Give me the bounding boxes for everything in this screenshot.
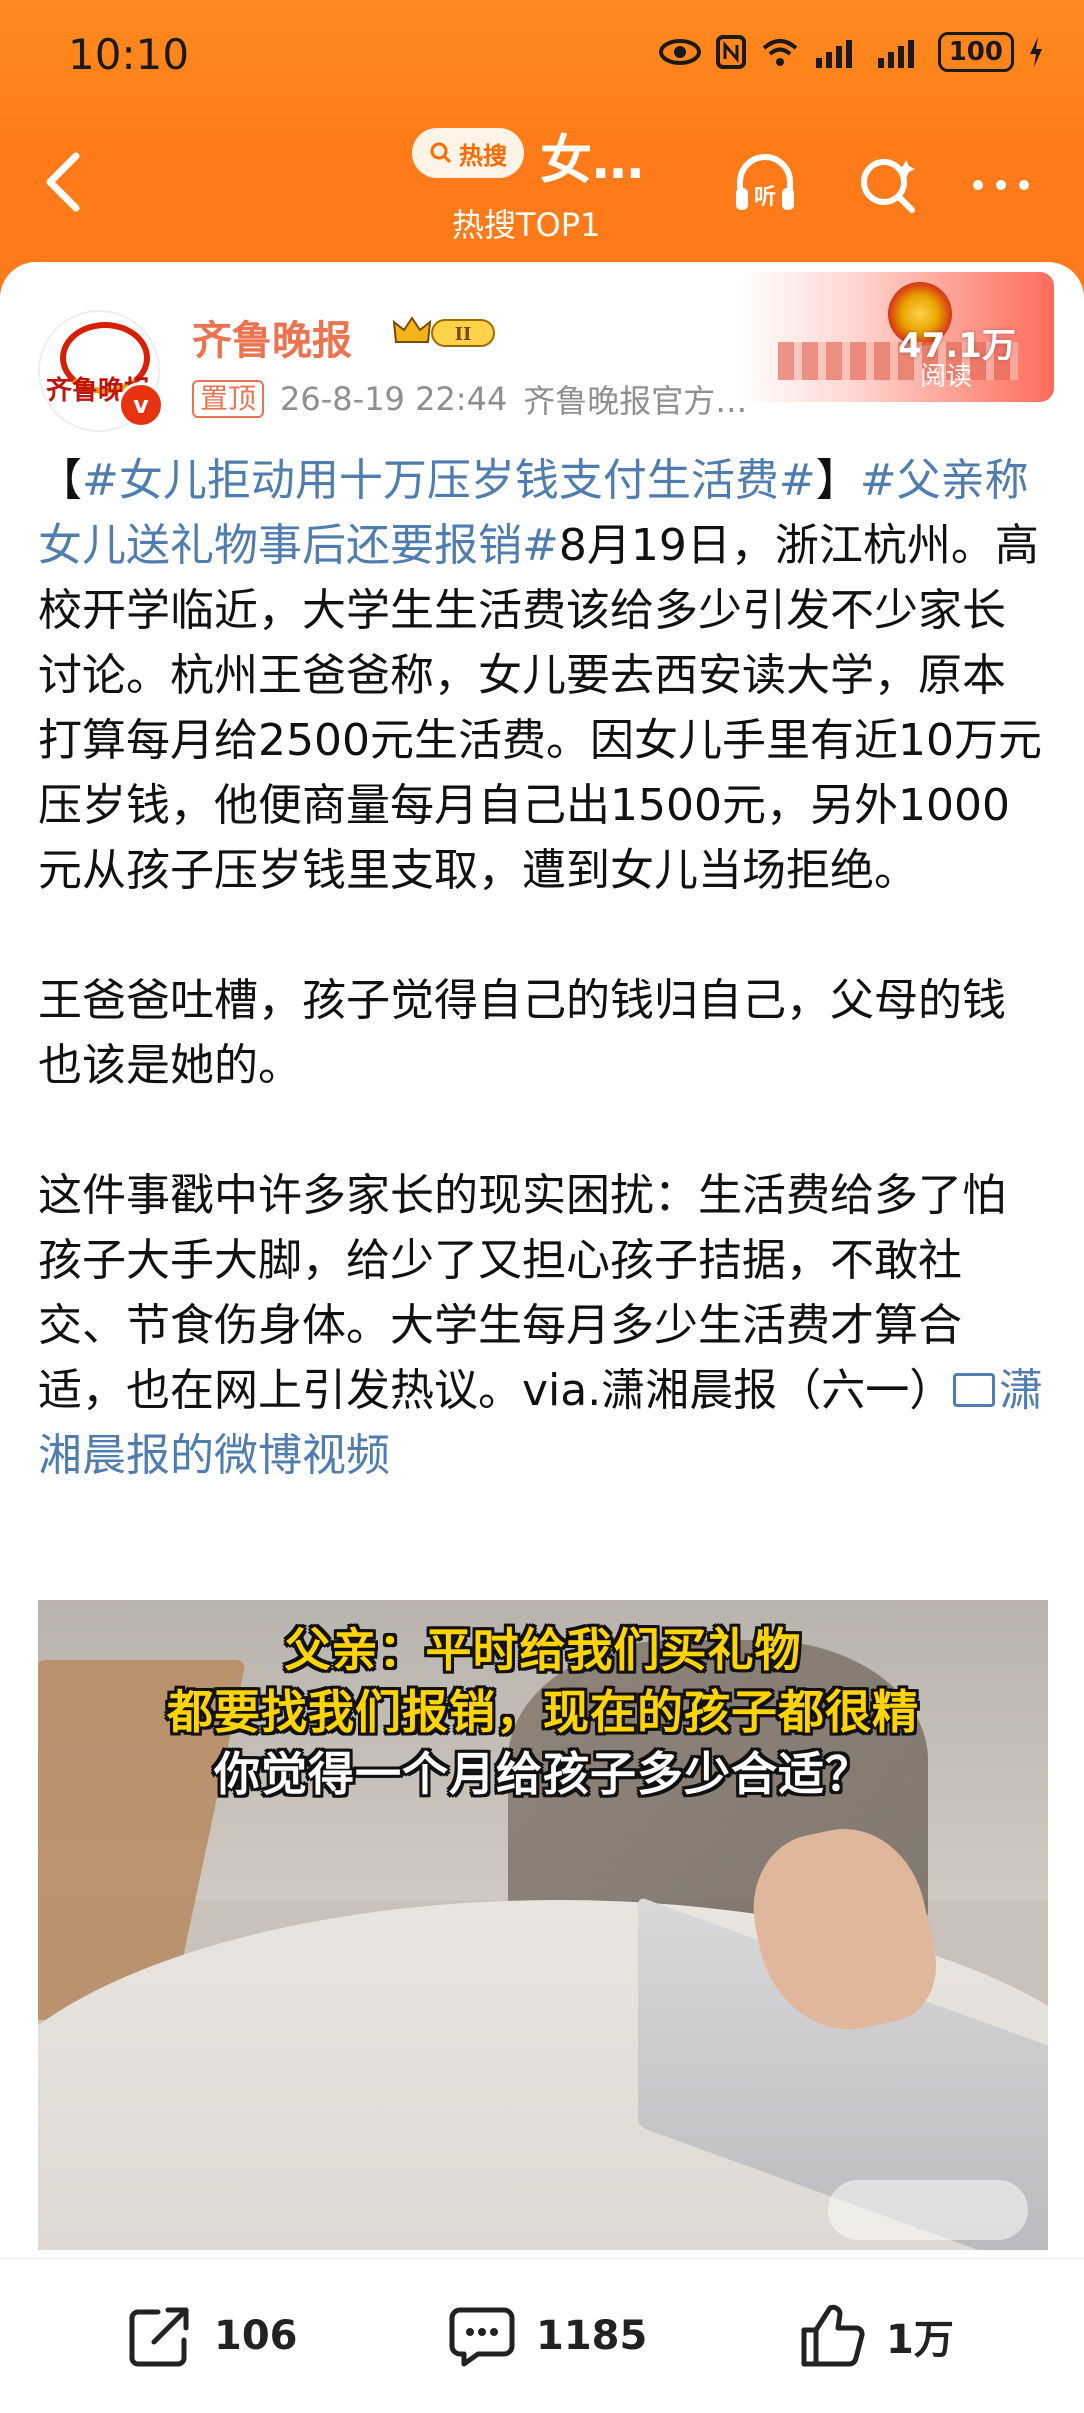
bracket-close: 】 bbox=[815, 455, 860, 506]
post-paragraph-1: 【#女儿拒动用十万压岁钱支付生活费#】#父亲称女儿送礼物事后还要报销#8月19日… bbox=[38, 448, 1048, 903]
hot-topic-rank: 热搜TOP1 bbox=[452, 206, 601, 244]
status-time: 10:10 bbox=[68, 30, 190, 79]
back-icon[interactable] bbox=[38, 150, 88, 214]
post-paragraph-2: 王爸爸吐槽，孩子觉得自己的钱归自己，父母的钱也该是她的。 bbox=[38, 975, 1006, 1091]
post-datetime: 26-8-19 22:44 bbox=[280, 380, 508, 418]
post-text: 8月19日，浙江杭州。高校开学临近，大学生生活费该给多少引发不少家长讨论。杭州王… bbox=[38, 520, 1042, 896]
more-icon[interactable] bbox=[966, 150, 1036, 220]
hot-search-badge-label: 热搜 bbox=[459, 141, 507, 170]
svg-text:听: 听 bbox=[754, 185, 776, 210]
svg-text:II: II bbox=[455, 324, 472, 345]
comment-icon bbox=[449, 2307, 515, 2367]
nfc-icon bbox=[715, 35, 746, 69]
hot-search-badge: 热搜 bbox=[412, 128, 524, 178]
comment-count: 1185 bbox=[536, 2313, 648, 2359]
vip-crown-icon[interactable]: II bbox=[390, 312, 500, 352]
video-icon bbox=[953, 1373, 996, 1407]
post-content: 【#女儿拒动用十万压岁钱支付生活费#】#父亲称女儿送礼物事后还要报销#8月19日… bbox=[38, 448, 1048, 1488]
search-small-icon bbox=[430, 142, 452, 164]
video-caption-line-3: 你觉得一个月给孩子多少合适？ bbox=[214, 1747, 872, 1801]
search-icon[interactable] bbox=[854, 150, 924, 220]
battery-indicator: 100 bbox=[937, 32, 1014, 72]
verified-icon: v bbox=[118, 382, 164, 428]
post-paragraph-3: 这件事戳中许多家长的现实困扰：生活费给多了怕孩子大手大脚，给少了又担心孩子拮据，… bbox=[38, 1163, 1048, 1488]
signal-icon bbox=[815, 40, 852, 68]
share-button[interactable]: 106 bbox=[124, 2300, 298, 2372]
wifi-icon bbox=[762, 39, 798, 66]
signal-icon-2 bbox=[877, 40, 914, 68]
post-meta: 置顶 26-8-19 22:44 齐鲁晚报官方… bbox=[192, 376, 747, 422]
author-name[interactable]: 齐鲁晚报 bbox=[192, 308, 352, 366]
hashtag-link[interactable]: #女儿拒动用十万压岁钱支付生活费# bbox=[82, 455, 816, 506]
comment-button[interactable]: 1185 bbox=[446, 2300, 647, 2372]
video-caption-line-2: 都要找我们报销，现在的孩子都很精 bbox=[167, 1685, 919, 1739]
thumbs-up-icon bbox=[801, 2304, 865, 2367]
hot-topic-title[interactable]: 女… bbox=[540, 118, 644, 193]
video-watermark bbox=[828, 2180, 1028, 2240]
charging-icon bbox=[1030, 37, 1042, 67]
like-count: 1万 bbox=[886, 2317, 954, 2363]
bracket-open: 【 bbox=[38, 455, 82, 506]
status-icons: 100 bbox=[658, 32, 1044, 72]
eye-icon bbox=[658, 39, 701, 65]
like-button[interactable]: 1万 bbox=[796, 2300, 954, 2372]
status-bar: 10:10 100 bbox=[0, 0, 1084, 110]
video-caption-line-1: 父亲：平时给我们买礼物 bbox=[284, 1623, 802, 1677]
read-count-label: 阅读 bbox=[920, 362, 973, 392]
share-count: 106 bbox=[214, 2313, 298, 2359]
listen-icon[interactable]: 听 bbox=[730, 150, 800, 220]
pinned-badge: 置顶 bbox=[192, 380, 265, 418]
share-icon bbox=[129, 2307, 189, 2367]
post-source: 齐鲁晚报官方… bbox=[523, 382, 748, 420]
post-text: 这件事戳中许多家长的现实困扰：生活费给多了怕孩子大手大脚，给少了又担心孩子拮据，… bbox=[38, 1170, 1006, 1416]
video-thumbnail[interactable]: 父亲：平时给我们买礼物 都要找我们报销，现在的孩子都很精 你觉得一个月给孩子多少… bbox=[38, 1600, 1048, 2250]
